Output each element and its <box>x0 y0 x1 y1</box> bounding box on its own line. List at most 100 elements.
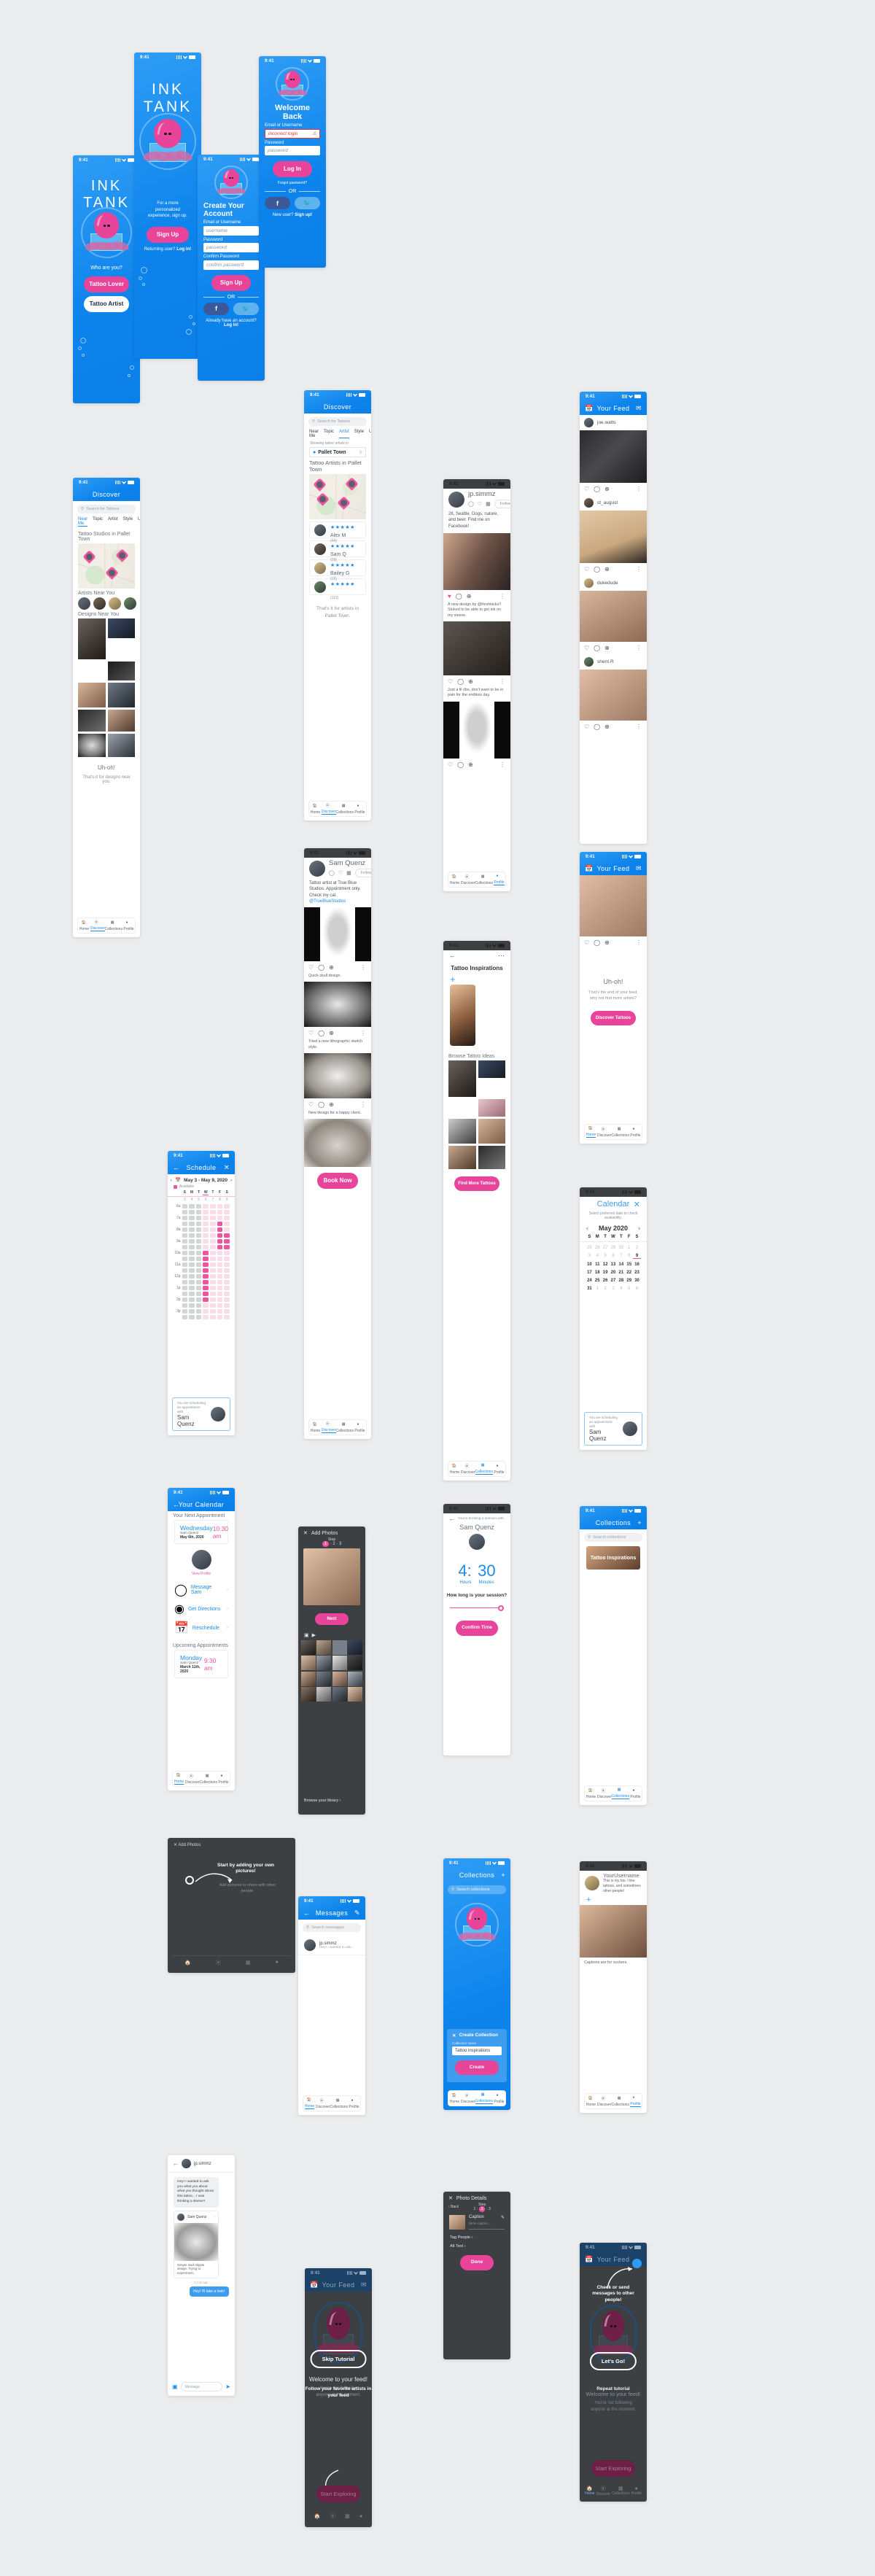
comment-icon[interactable]: ◯ <box>594 645 600 651</box>
post-image[interactable] <box>304 982 371 1028</box>
schedule-slot[interactable] <box>224 1233 230 1238</box>
home-icon[interactable]: 🏠 <box>314 2513 321 2519</box>
tab-discover[interactable]: ⦿ Discover <box>90 918 105 933</box>
calendar-day[interactable]: 25 <box>594 1279 602 1283</box>
back-arrow-icon[interactable]: ← <box>448 1515 455 1522</box>
prev-week-button[interactable]: ‹ <box>171 1178 172 1183</box>
avatar[interactable] <box>191 1550 211 1570</box>
calendar-day[interactable]: 3 <box>610 1287 618 1291</box>
design-thumb[interactable] <box>78 710 106 732</box>
schedule-slot[interactable] <box>189 1303 195 1308</box>
post-header[interactable]: joe.watts <box>580 415 647 430</box>
selected-photo-preview[interactable] <box>303 1548 360 1605</box>
schedule-slot[interactable] <box>195 1251 202 1255</box>
schedule-slot[interactable] <box>195 1292 202 1296</box>
schedule-slot[interactable] <box>224 1239 230 1244</box>
messages-icon[interactable]: ✉ <box>636 404 642 412</box>
tab-home[interactable]: 🏠 Home <box>173 1772 185 1786</box>
more-icon[interactable]: ⋮ <box>636 939 642 946</box>
photo-gallery[interactable] <box>298 1640 365 1702</box>
schedule-row[interactable]: 1p <box>168 1285 235 1291</box>
compose-icon[interactable]: ✎ <box>354 1909 360 1917</box>
search-input[interactable]: ⚲ Search for Tattoos <box>77 505 136 513</box>
design-thumb[interactable] <box>78 618 106 659</box>
calendar-day[interactable]: 26 <box>602 1279 610 1283</box>
post-image[interactable] <box>443 701 510 759</box>
tab-discover[interactable]: ⦿ Discover <box>322 802 336 816</box>
message-icon[interactable]: ◯ <box>329 870 335 876</box>
schedule-slot[interactable] <box>217 1262 223 1267</box>
schedule-slot[interactable] <box>189 1280 195 1284</box>
twitter-icon[interactable]: 🐦 <box>233 302 259 315</box>
tab-collections[interactable]: ▦ Collections <box>475 2091 493 2106</box>
schedule-row[interactable] <box>168 1209 235 1215</box>
more-icon[interactable]: ⋮ <box>360 1101 366 1108</box>
schedule-slot[interactable] <box>182 1245 188 1249</box>
schedule-slot[interactable] <box>217 1292 223 1296</box>
calendar-day[interactable]: 5 <box>625 1287 633 1291</box>
schedule-slot[interactable] <box>203 1245 209 1249</box>
email-field[interactable]: username <box>203 225 259 236</box>
schedule-slot[interactable] <box>203 1251 209 1255</box>
calendar-day[interactable]: 10 <box>586 1262 594 1267</box>
avatar[interactable] <box>585 1875 599 1890</box>
artist-row[interactable]: Bailey G ★★★★★ (112) <box>309 571 366 600</box>
calendar-day[interactable]: 31 <box>586 1287 594 1291</box>
more-icon[interactable]: ⋮ <box>499 761 505 768</box>
gallery-cell[interactable] <box>332 1687 347 1702</box>
schedule-slot[interactable] <box>195 1297 202 1302</box>
tab-profile[interactable]: ● Profile <box>354 802 366 816</box>
back-arrow-icon[interactable]: ← <box>173 2160 179 2167</box>
tab-profile[interactable]: ● Profile <box>493 1462 505 1476</box>
post-header[interactable]: dukedude <box>580 575 647 591</box>
schedule-slot[interactable] <box>189 1204 195 1209</box>
schedule-slot[interactable] <box>217 1268 223 1273</box>
tab-home[interactable]: 🏠 Home <box>78 918 90 933</box>
design-thumb[interactable] <box>107 710 135 732</box>
schedule-slot[interactable] <box>224 1297 230 1302</box>
action-reschedule[interactable]: 📅 Reschedule › <box>174 1618 228 1637</box>
schedule-slot[interactable] <box>210 1222 216 1226</box>
schedule-slot[interactable] <box>189 1233 195 1238</box>
schedule-slot[interactable] <box>217 1204 223 1209</box>
like-icon[interactable]: ♡ <box>308 1101 314 1108</box>
schedule-slot[interactable] <box>195 1233 202 1238</box>
role-tattoo-lover-button[interactable]: Tattoo Lover <box>84 276 129 292</box>
design-thumb[interactable] <box>78 683 106 707</box>
post-image[interactable] <box>580 511 647 563</box>
post-image[interactable] <box>580 1905 647 1958</box>
role-tattoo-artist-button[interactable]: Tattoo Artist <box>84 296 129 312</box>
close-icon[interactable]: ✕ <box>452 2033 456 2038</box>
post-image[interactable] <box>580 430 647 483</box>
like-icon[interactable]: ♡ <box>308 964 314 971</box>
schedule-slot[interactable] <box>210 1309 216 1314</box>
add-icon[interactable]: ⊕ <box>468 678 473 685</box>
schedule-slot[interactable] <box>217 1257 223 1261</box>
schedule-grid[interactable]: 6a 7a 8a 9a 10a 11a 12p 1p 2p 3p <box>168 1203 235 1320</box>
schedule-slot[interactable] <box>217 1280 223 1284</box>
schedule-slot[interactable] <box>217 1315 223 1319</box>
schedule-slot[interactable] <box>224 1245 230 1249</box>
tab-home[interactable]: 🏠 Home <box>585 1786 597 1801</box>
schedule-slot[interactable] <box>195 1210 202 1214</box>
calendar-day[interactable]: 4 <box>594 1254 602 1259</box>
schedule-slot[interactable] <box>203 1274 209 1279</box>
schedule-slot[interactable] <box>210 1268 216 1273</box>
tab-home[interactable]: 🏠 Home <box>585 2486 594 2496</box>
schedule-slot[interactable] <box>217 1303 223 1308</box>
add-icon[interactable]: + <box>637 1519 642 1526</box>
tab-discover[interactable]: ⦿ Discover <box>596 2485 610 2497</box>
calendar-day[interactable]: 3 <box>586 1254 594 1259</box>
schedule-slot[interactable] <box>217 1245 223 1249</box>
post-image[interactable] <box>304 1119 371 1168</box>
schedule-slot[interactable] <box>195 1280 202 1284</box>
schedule-slot[interactable] <box>224 1257 230 1261</box>
tab-profile[interactable]: ● Profile <box>217 1772 230 1786</box>
back-arrow-icon[interactable]: ← <box>173 1501 179 1508</box>
calendar-day[interactable]: 17 <box>586 1270 594 1275</box>
comment-icon[interactable]: ◯ <box>318 1101 324 1108</box>
schedule-slot[interactable] <box>217 1286 223 1290</box>
schedule-slot[interactable] <box>217 1210 223 1214</box>
add-icon[interactable]: ⊕ <box>604 723 610 730</box>
action-directions[interactable]: ◉ Get Directions › <box>174 1599 228 1618</box>
